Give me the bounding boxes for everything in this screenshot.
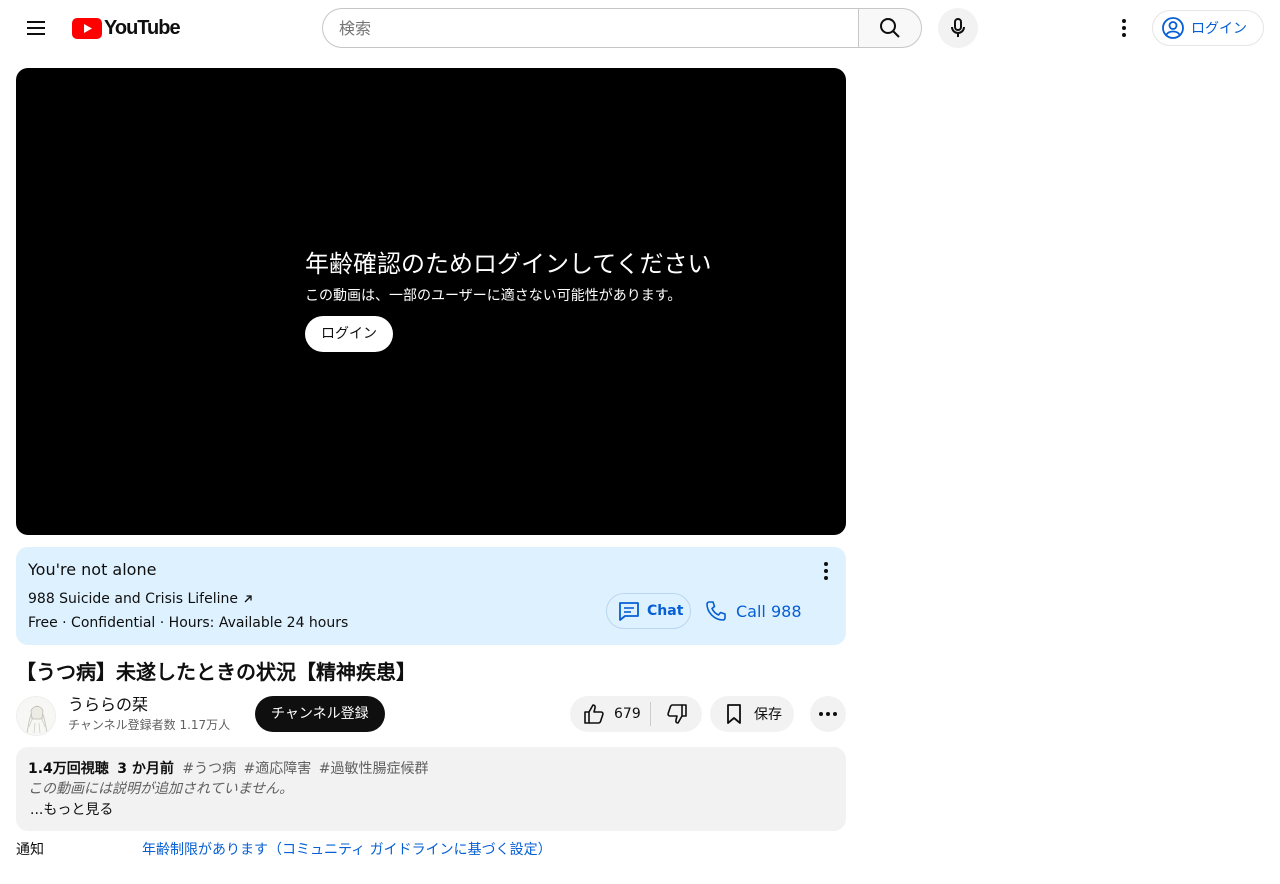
crisis-org-label: 988 Suicide and Crisis Lifeline bbox=[28, 591, 238, 607]
crisis-title: You're not alone bbox=[28, 560, 157, 579]
more-actions-button[interactable] bbox=[810, 696, 846, 732]
like-count: 679 bbox=[614, 706, 641, 722]
search-box[interactable] bbox=[322, 8, 859, 48]
crisis-resource-panel: You're not alone 988 Suicide and Crisis … bbox=[16, 547, 846, 645]
crisis-chat-label: Chat bbox=[647, 603, 684, 619]
logo-text: YouTube bbox=[104, 16, 181, 39]
bookmark-icon bbox=[727, 704, 741, 724]
publish-date: 3 か月前 bbox=[117, 761, 174, 777]
subscribe-button[interactable]: チャンネル登録 bbox=[255, 696, 385, 732]
save-button[interactable]: 保存 bbox=[710, 696, 794, 732]
sign-in-label: ログイン bbox=[1191, 21, 1247, 37]
crisis-more-button[interactable] bbox=[814, 559, 838, 583]
sign-in-button[interactable]: ログイン bbox=[1152, 10, 1264, 46]
hashtag-link[interactable]: #過敏性腸症候群 bbox=[319, 761, 429, 777]
search-input[interactable] bbox=[339, 18, 859, 38]
video-player[interactable]: 年齢確認のためログインしてください この動画は、一部のユーザーに適さない可能性が… bbox=[16, 68, 846, 535]
dislike-button[interactable] bbox=[651, 696, 702, 732]
voice-search-button[interactable] bbox=[938, 8, 978, 48]
view-count: 1.4万回視聴 bbox=[28, 761, 109, 777]
youtube-logo[interactable]: YouTube bbox=[72, 16, 181, 39]
hamburger-menu-icon bbox=[27, 21, 45, 35]
show-more-button[interactable]: ...もっと見る bbox=[30, 801, 113, 819]
description-box[interactable]: 1.4万回視聴 3 か月前 #うつ病 #適応障害 #過敏性腸症候群 この動画には… bbox=[16, 747, 846, 831]
video-title: 【うつ病】未遂したときの状況【精神疾患】 bbox=[16, 660, 416, 684]
crisis-call-label: Call 988 bbox=[736, 601, 802, 621]
like-dislike-segment: 679 bbox=[570, 696, 702, 732]
youtube-play-icon bbox=[72, 17, 102, 39]
notice-label: 通知 bbox=[16, 842, 44, 858]
avatar-illustration-icon bbox=[17, 697, 55, 735]
age-gate-title: 年齢確認のためログインしてください bbox=[305, 250, 712, 278]
masthead: YouTube ログイン bbox=[0, 0, 1280, 56]
vertical-dots-icon bbox=[1122, 19, 1126, 37]
age-gate: 年齢確認のためログインしてください この動画は、一部のユーザーに適さない可能性が… bbox=[305, 248, 712, 352]
age-restriction-link[interactable]: 年齢制限があります（コミュニティ ガイドラインに基づく設定） bbox=[142, 841, 552, 859]
horizontal-dots-icon bbox=[819, 712, 837, 716]
crisis-org-link[interactable]: 988 Suicide and Crisis Lifeline bbox=[28, 590, 254, 608]
age-gate-login-button[interactable]: ログイン bbox=[305, 316, 393, 352]
search-icon bbox=[880, 18, 900, 38]
thumbs-down-icon bbox=[666, 704, 687, 724]
thumbs-up-icon bbox=[584, 704, 604, 724]
hashtag-link[interactable]: #適応障害 bbox=[244, 761, 312, 777]
description-meta: 1.4万回視聴 3 か月前 #うつ病 #適応障害 #過敏性腸症候群 bbox=[28, 760, 431, 778]
phone-icon bbox=[706, 601, 726, 621]
subscriber-count: チャンネル登録者数 1.17万人 bbox=[68, 718, 231, 732]
search-button[interactable] bbox=[858, 8, 922, 48]
channel-avatar[interactable] bbox=[16, 696, 56, 736]
channel-name[interactable]: うららの栞 bbox=[68, 694, 148, 716]
microphone-icon bbox=[951, 18, 965, 37]
age-gate-subtitle: この動画は、一部のユーザーに適さない可能性があります。 bbox=[305, 288, 682, 304]
like-button[interactable]: 679 bbox=[570, 696, 650, 732]
description-text: この動画には説明が追加されていません。 bbox=[28, 781, 294, 797]
external-link-arrow-icon bbox=[244, 595, 252, 603]
chat-bubble-icon bbox=[619, 602, 639, 621]
settings-more-button[interactable] bbox=[1104, 8, 1144, 48]
crisis-info: Free · Confidential · Hours: Available 2… bbox=[28, 615, 349, 631]
crisis-chat-button[interactable]: Chat bbox=[606, 593, 691, 629]
crisis-call-button[interactable]: Call 988 bbox=[704, 593, 802, 629]
hashtag-link[interactable]: #うつ病 bbox=[182, 761, 236, 777]
account-circle-icon bbox=[1162, 17, 1184, 39]
vertical-dots-icon bbox=[824, 562, 828, 580]
guide-menu-button[interactable] bbox=[16, 8, 56, 48]
save-label: 保存 bbox=[754, 707, 782, 723]
